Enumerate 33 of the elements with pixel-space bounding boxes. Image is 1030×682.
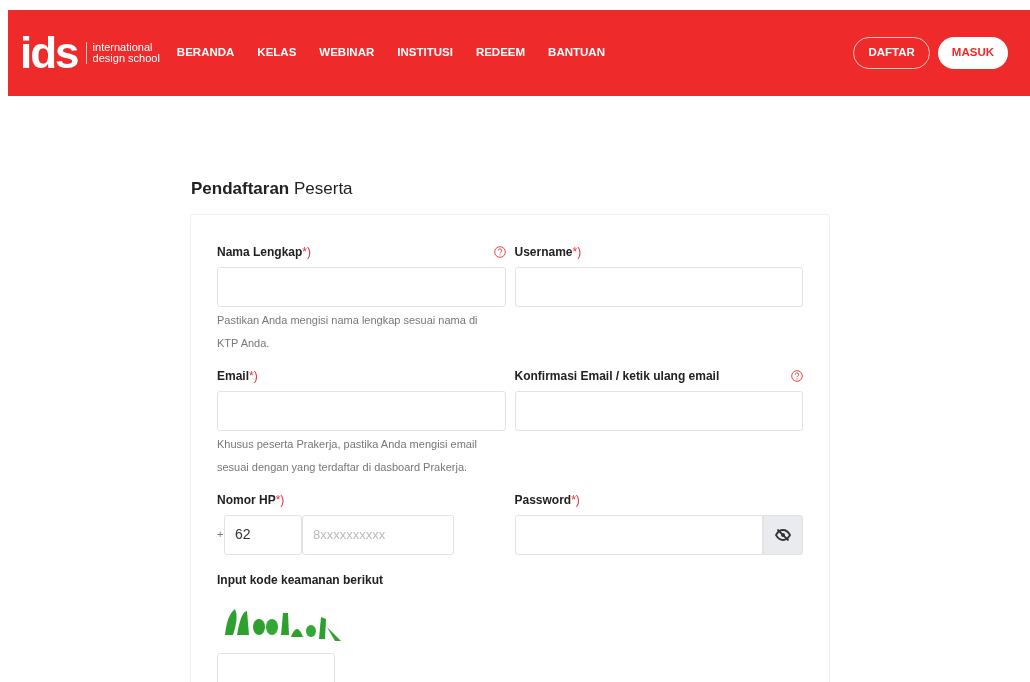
help-icon[interactable] <box>493 245 506 258</box>
eye-slash-icon <box>775 528 791 541</box>
nav-link[interactable]: INSTITUSI <box>397 44 453 62</box>
password-field[interactable] <box>514 514 763 555</box>
logo-mark[interactable]: ids <box>20 31 78 75</box>
toggle-visibility-button[interactable] <box>763 514 803 555</box>
field-label: Nomor HP*) <box>217 491 285 509</box>
field-label: Email*) <box>217 367 258 385</box>
input-field[interactable] <box>217 390 506 431</box>
nav-link[interactable]: BANTUAN <box>548 44 605 62</box>
plus-sign: + <box>217 527 224 543</box>
logo-tagline: international <box>92 42 154 53</box>
input-field[interactable] <box>217 266 506 307</box>
input-field[interactable] <box>514 266 803 307</box>
nav-link[interactable]: REDEEM <box>475 44 526 62</box>
field-label: Konfirmasi Email / ketik ulang email <box>514 367 720 385</box>
input-field[interactable] <box>514 390 803 431</box>
country-code-field[interactable]: 62 <box>224 514 302 555</box>
field-hint: Pastikan Anda mengisi nama lengkap sesuai nama di KTP Anda. <box>217 312 479 351</box>
captcha-label: Input kode keamanan berikut <box>217 572 384 587</box>
captcha-field[interactable] <box>217 652 335 682</box>
field-label: Username*) <box>514 243 582 261</box>
help-icon[interactable] <box>791 369 803 382</box>
nav-link[interactable]: BERANDA <box>176 44 235 62</box>
field-label: Nama Lengkap*) <box>217 243 312 261</box>
nav-link[interactable]: WEBINAR <box>319 44 375 62</box>
page-title: Pendaftaran Peserta <box>191 178 354 200</box>
logo-tagline: design school <box>92 53 160 64</box>
auth-button[interactable]: MASUK <box>937 37 1008 69</box>
field-label: Password*) <box>514 491 580 509</box>
field-hint: Khusus peserta Prakerja, pastika Anda mengisi email sesuai dengan yang terdaftar di dasboard Prakerja. <box>217 436 478 475</box>
nav-link[interactable]: KELAS <box>257 44 297 62</box>
phone-field[interactable]: 8xxxxxxxxxx <box>302 514 454 555</box>
